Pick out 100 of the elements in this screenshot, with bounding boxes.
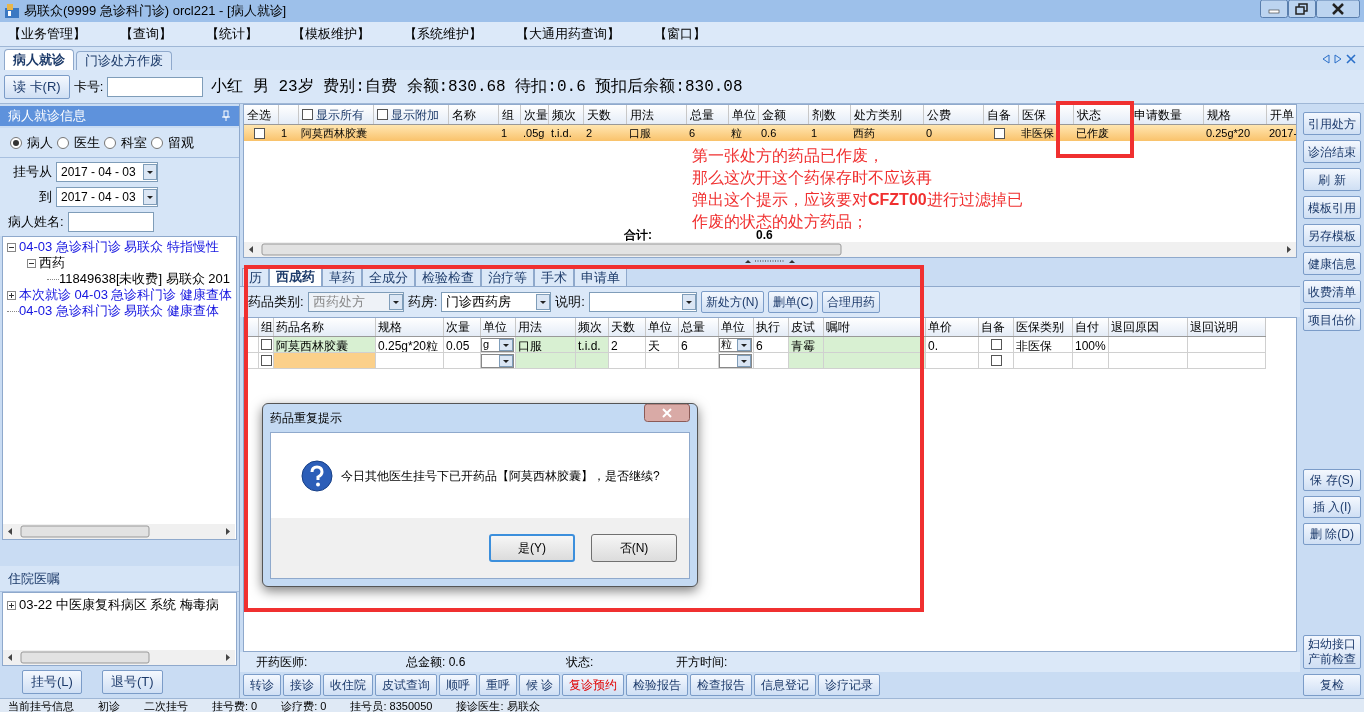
column-header: 公费	[924, 105, 984, 124]
radio-label: 医生	[74, 133, 100, 152]
dropdown[interactable]	[719, 353, 752, 368]
button[interactable]: 退号(T)	[101, 670, 163, 694]
patient-name-field[interactable]	[67, 212, 154, 232]
dropdown[interactable]: 粒	[719, 337, 752, 352]
tab[interactable]: 门诊处方作废	[76, 51, 172, 70]
collapse-icon[interactable]	[27, 258, 36, 268]
checkbox[interactable]	[302, 109, 313, 120]
scroll-right-icon[interactable]	[1334, 53, 1342, 64]
status-text: 诊疗费: 0	[281, 699, 327, 712]
table-cell-text: 非医保	[1020, 126, 1055, 141]
button[interactable]: 项目估价	[1303, 308, 1361, 331]
card-number-field[interactable]	[107, 76, 204, 97]
tab[interactable]: 病人就诊	[4, 49, 74, 70]
radio-button[interactable]	[57, 136, 69, 149]
checkbox[interactable]	[260, 339, 272, 350]
checkbox[interactable]	[254, 127, 265, 139]
button[interactable]: 检验报告	[626, 674, 689, 696]
button[interactable]: 妇幼接口产前检查	[1303, 635, 1361, 669]
button[interactable]: 健康信息	[1303, 252, 1361, 275]
button[interactable]: 诊疗记录	[818, 674, 881, 696]
horizontal-scrollbar[interactable]	[3, 650, 235, 665]
dropdown[interactable]: g	[481, 337, 514, 352]
annotation-text: 第一张处方的药品已作废，	[692, 146, 885, 166]
menu-item[interactable]: 【统计】	[206, 24, 258, 44]
checkbox[interactable]	[260, 355, 272, 366]
menu-item[interactable]: 【窗口】	[654, 24, 706, 44]
button[interactable]: 检查报告	[690, 674, 753, 696]
menu-item[interactable]: 【大通用药查询】	[516, 24, 620, 44]
menu-item[interactable]: 【查询】	[120, 24, 172, 44]
dialog-title: 药品重复提示	[270, 410, 342, 427]
menu-item[interactable]: 【模板维护】	[292, 24, 370, 44]
button[interactable]: 复检	[1303, 674, 1361, 696]
button[interactable]: 模板引用	[1303, 196, 1361, 219]
tree-item[interactable]: 03-22 中医康复科病区 系统 梅毒病	[19, 597, 220, 615]
button[interactable]: 是(Y)	[489, 534, 575, 562]
menu-item[interactable]: 【业务管理】	[8, 24, 86, 44]
button[interactable]: 顺呼	[439, 674, 477, 696]
restore-icon[interactable]	[1288, 0, 1316, 18]
field-label: 病人姓名:	[8, 213, 64, 232]
button[interactable]: 合理用药	[822, 291, 881, 313]
expand-icon[interactable]	[7, 600, 16, 610]
button[interactable]: 挂号(L)	[22, 670, 82, 694]
button[interactable]: 删单(C)	[767, 291, 819, 313]
radio-button[interactable]	[151, 136, 163, 149]
checkbox[interactable]	[990, 355, 1002, 366]
button[interactable]: 刷 新	[1303, 168, 1361, 191]
button[interactable]: 重呼	[479, 674, 517, 696]
annotation-text: 弹出这个提示，应该要对CFZT00进行过滤掉已	[692, 190, 1023, 210]
button[interactable]: 收费清单	[1303, 280, 1361, 303]
table-cell: 口服	[516, 337, 576, 352]
checkbox[interactable]	[994, 127, 1005, 139]
expand-icon[interactable]	[7, 290, 16, 300]
info-label: 状态:	[566, 654, 595, 671]
horizontal-scrollbar[interactable]	[3, 524, 235, 539]
column-header: 总量	[679, 318, 719, 336]
column-header: 执行	[754, 318, 789, 336]
horizontal-scrollbar[interactable]	[244, 242, 1296, 257]
button[interactable]: 转诊	[243, 674, 281, 696]
button[interactable]: 候 诊	[519, 674, 561, 696]
close-icon[interactable]	[1316, 0, 1360, 18]
pin-icon[interactable]	[221, 110, 231, 122]
collapse-icon[interactable]	[7, 242, 16, 252]
column-header: 处方类别	[851, 105, 924, 124]
dropdown[interactable]: 门诊西药房	[441, 292, 552, 312]
dropdown[interactable]	[481, 353, 514, 368]
dialog-message: 今日其他医生挂号下已开药品【阿莫西林胶囊】，是否继续?	[341, 467, 660, 485]
table-cell-text: 0	[925, 126, 934, 141]
column-header: 用法	[516, 318, 576, 336]
close-icon[interactable]	[644, 404, 690, 422]
button[interactable]: 插 入(I)	[1303, 496, 1361, 518]
column-header: 医保	[1019, 105, 1074, 124]
button[interactable]: 另存模板	[1303, 224, 1361, 247]
button[interactable]: 引用处方	[1303, 112, 1361, 135]
radio-button[interactable]	[10, 136, 22, 149]
column-header: 规格	[376, 318, 444, 336]
button[interactable]: 否(N)	[591, 534, 677, 562]
checkbox[interactable]	[377, 109, 388, 120]
button[interactable]: 新处方(N)	[700, 291, 764, 313]
button[interactable]: 读 卡(R)	[4, 74, 70, 99]
button[interactable]: 删 除(D)	[1303, 523, 1361, 545]
button[interactable]: 接诊	[283, 674, 321, 696]
menu-item[interactable]: 【系统维护】	[404, 24, 482, 44]
checkbox[interactable]	[990, 339, 1002, 350]
active-cell[interactable]	[274, 353, 376, 368]
table-row[interactable]: 1 阿莫西林胶囊 1 .05g t.i.d. 2 口服 6 粒 0.6 1 西药 0 非医保 已作废 0.25g*20 2017-	[244, 125, 1296, 141]
button[interactable]: 皮试查询	[375, 674, 437, 696]
splitter-handle-icon[interactable]	[745, 259, 795, 264]
date-field[interactable]: 2017 - 04 - 03	[56, 187, 158, 207]
date-field[interactable]: 2017 - 04 - 03	[56, 162, 158, 182]
button[interactable]: 诊治结束	[1303, 140, 1361, 163]
button[interactable]: 信息登记	[754, 674, 817, 696]
button[interactable]: 保 存(S)	[1303, 469, 1361, 491]
button[interactable]: 收住院	[323, 674, 373, 696]
button[interactable]: 复诊预约	[562, 674, 625, 696]
scroll-left-icon[interactable]	[1322, 53, 1330, 64]
table-cell-text: 1	[810, 126, 819, 141]
column-header: 天数	[609, 318, 646, 336]
radio-button[interactable]	[104, 136, 116, 149]
